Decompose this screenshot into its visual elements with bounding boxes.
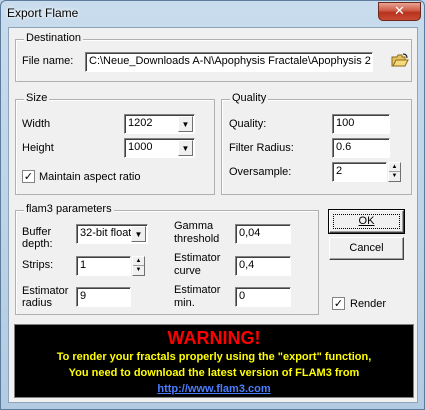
estimator-min-input[interactable]: 0 <box>235 287 291 307</box>
buffer-depth-label-1: Buffer <box>22 226 52 238</box>
warning-line-2: You need to download the latest version … <box>68 367 360 379</box>
close-button[interactable]: ✕ <box>378 2 421 21</box>
strips-label: Strips: <box>22 259 54 271</box>
quality-input[interactable]: 100 <box>332 114 390 134</box>
estimator-radius-label-2: radius <box>22 297 52 309</box>
estimator-min-label-2: min. <box>174 297 195 309</box>
title-bar[interactable]: Export Flame ✕ <box>1 1 424 27</box>
flam3-legend: flam3 parameters <box>24 203 114 215</box>
strips-spinner[interactable]: ▲ ▼ <box>132 256 145 276</box>
width-combobox[interactable]: 1202 ▼ <box>124 114 195 134</box>
filter-radius-input[interactable]: 0.6 <box>332 138 390 158</box>
size-legend: Size <box>24 92 50 104</box>
height-combobox[interactable]: 1000 ▼ <box>124 138 195 158</box>
file-name-label: File name: <box>22 55 74 67</box>
chevron-down-icon[interactable]: ▼ <box>178 140 193 156</box>
close-icon: ✕ <box>394 4 405 19</box>
gamma-threshold-input[interactable]: 0,04 <box>235 224 291 244</box>
spin-down-icon[interactable]: ▼ <box>389 172 400 181</box>
spin-up-icon[interactable]: ▲ <box>133 257 144 266</box>
estimator-min-label-1: Estimator <box>174 284 221 296</box>
estimator-radius-input[interactable]: 9 <box>76 287 131 307</box>
height-value: 1000 <box>128 141 153 153</box>
quality-legend: Quality <box>230 92 269 104</box>
estimator-curve-input[interactable]: 0,4 <box>235 256 291 276</box>
buffer-depth-label-2: depth: <box>22 238 53 250</box>
gamma-threshold-label-2: threshold <box>174 233 220 245</box>
destination-legend: Destination <box>24 32 84 44</box>
buffer-depth-combobox[interactable]: 32-bit float ▼ <box>76 224 148 244</box>
render-label[interactable]: Render <box>350 298 386 310</box>
oversample-spinner[interactable]: ▲ ▼ <box>388 162 401 182</box>
spin-down-icon[interactable]: ▼ <box>133 266 144 275</box>
chevron-down-icon[interactable]: ▼ <box>131 226 146 242</box>
render-checkbox[interactable]: ✓ <box>332 297 345 310</box>
warning-line-1: To render your fractals properly using t… <box>56 351 372 363</box>
estimator-radius-label-1: Estimator <box>22 285 69 297</box>
flam3-download-link[interactable]: http://www.flam3.com <box>15 383 413 395</box>
oversample-label: Oversample: <box>229 166 292 178</box>
estimator-curve-label-2: curve <box>174 265 201 277</box>
focus-rect <box>333 214 400 229</box>
height-label: Height <box>22 142 54 154</box>
estimator-curve-label-1: Estimator <box>174 252 221 264</box>
export-flame-window: Export Flame ✕ Destination File name: C:… <box>0 0 425 410</box>
maintain-aspect-label[interactable]: Maintain aspect ratio <box>39 171 141 183</box>
buffer-depth-value: 32-bit float <box>80 227 132 239</box>
width-value: 1202 <box>128 117 153 129</box>
quality-label: Quality: <box>229 118 267 130</box>
gamma-threshold-label-1: Gamma <box>174 220 214 232</box>
warning-panel: WARNING! To render your fractals properl… <box>14 324 414 398</box>
maintain-aspect-checkbox[interactable]: ✓ <box>22 170 35 183</box>
cancel-button[interactable]: Cancel <box>329 237 404 260</box>
oversample-input[interactable]: 2 <box>332 162 387 182</box>
ok-button[interactable]: OK <box>328 209 405 234</box>
open-folder-icon[interactable] <box>391 53 409 69</box>
window-title: Export Flame <box>7 6 79 20</box>
chevron-down-icon[interactable]: ▼ <box>178 116 193 132</box>
width-label: Width <box>22 118 51 130</box>
file-name-input[interactable]: C:\Neue_Downloads A-N\Apophysis Fractale… <box>85 52 373 72</box>
spin-up-icon[interactable]: ▲ <box>389 163 400 172</box>
dialog-client-area: Destination File name: C:\Neue_Downloads… <box>8 27 418 403</box>
warning-title: WARNING! <box>167 328 261 348</box>
filter-radius-label: Filter Radius: <box>229 142 294 154</box>
strips-input[interactable]: 1 <box>76 256 131 276</box>
